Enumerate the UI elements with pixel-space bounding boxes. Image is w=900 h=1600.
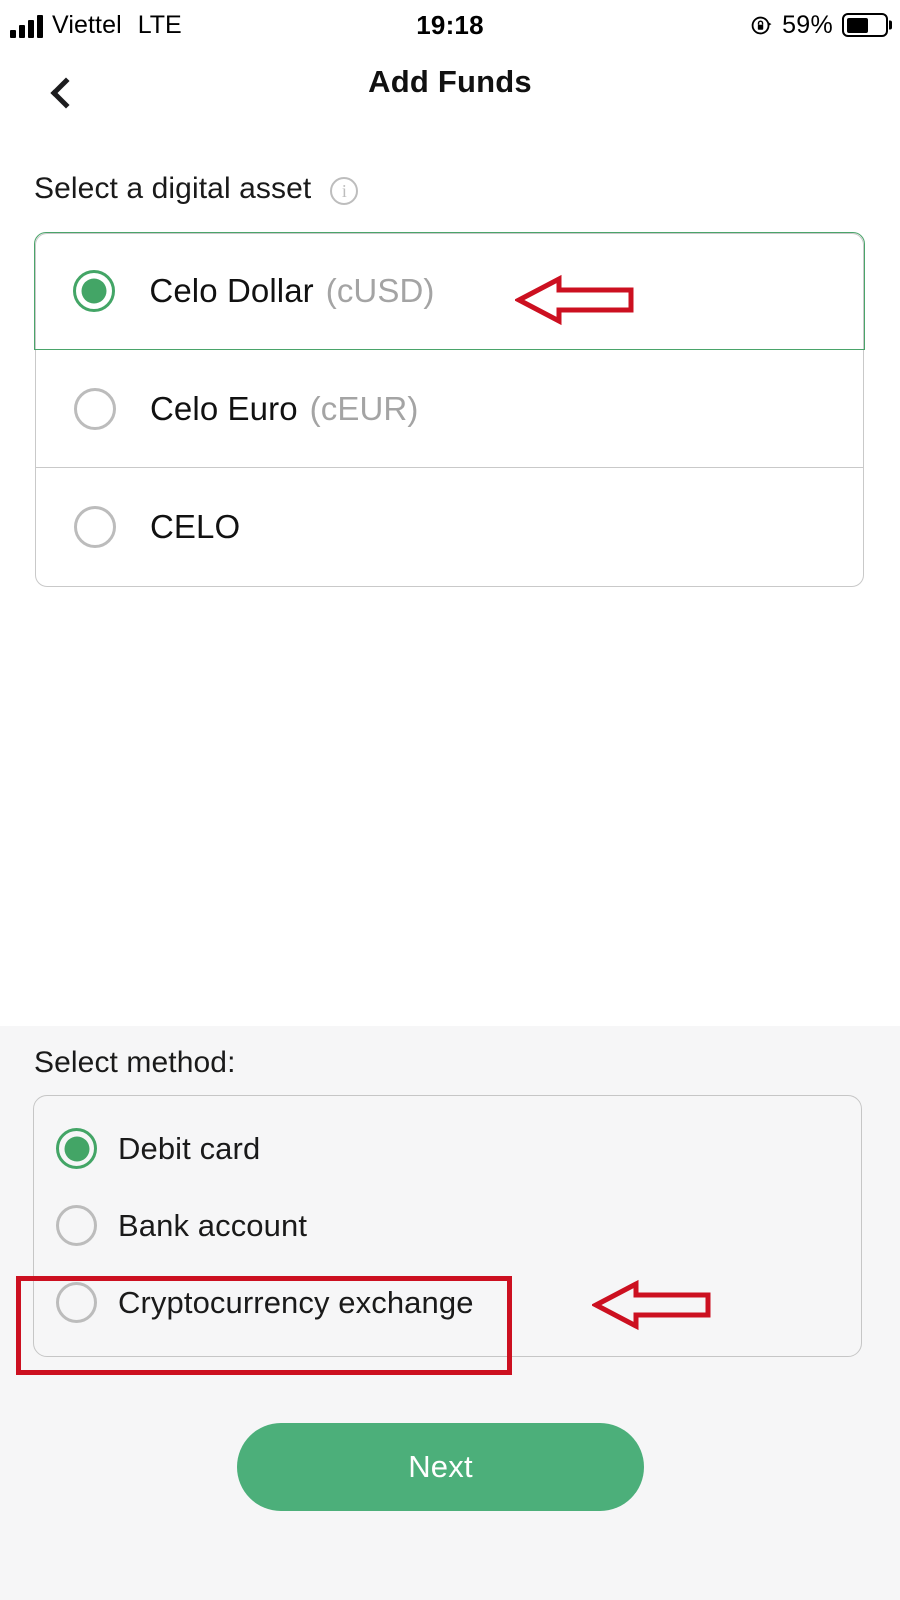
radio-button-celo[interactable] (74, 506, 116, 549)
rotation-lock-icon (751, 16, 772, 34)
method-option-bank-account[interactable]: Bank account (34, 1187, 861, 1264)
asset-section-header: Select a digital asset i (34, 172, 359, 206)
method-option-debit-card[interactable]: Debit card (34, 1110, 861, 1187)
navigation-bar: Add Funds (0, 50, 900, 132)
method-label-debit-card: Debit card (118, 1130, 261, 1166)
status-bar: Viettel LTE 19:18 59% (0, 0, 900, 50)
radio-button-debit-card[interactable] (56, 1128, 97, 1169)
asset-option-ceur[interactable]: Celo Euro (cEUR) (36, 350, 863, 469)
method-label-crypto-exchange: Cryptocurrency exchange (118, 1284, 474, 1320)
asset-options-list: Celo Dollar (cUSD) Celo Euro (cEUR) CELO (34, 232, 865, 588)
status-bar-right: 59% (750, 10, 892, 40)
page-title: Add Funds (368, 64, 532, 99)
asset-ticker-cusd: (cUSD) (325, 272, 435, 310)
radio-button-cusd[interactable] (73, 270, 116, 313)
next-button[interactable]: Next (237, 1423, 644, 1511)
asset-name-ceur: Celo Euro (150, 389, 298, 427)
method-label-bank-account: Bank account (118, 1207, 308, 1243)
asset-section-label: Select a digital asset (34, 172, 312, 205)
asset-name-cusd: Celo Dollar (149, 272, 314, 310)
asset-option-celo[interactable]: CELO (36, 468, 863, 586)
app-screen: Viettel LTE 19:18 59% Add Funds Select a (0, 0, 900, 1600)
method-section-label: Select method: (34, 1046, 236, 1079)
method-options-list: Debit card Bank account Cryptocurrency e… (33, 1095, 862, 1357)
battery-percentage: 59% (782, 10, 833, 39)
asset-ticker-ceur: (cEUR) (309, 389, 419, 427)
radio-button-bank-account[interactable] (56, 1205, 97, 1246)
method-option-crypto-exchange[interactable]: Cryptocurrency exchange (34, 1264, 861, 1341)
asset-option-cusd[interactable]: Celo Dollar (cUSD) (34, 232, 865, 351)
method-panel: Select method: Debit card Bank account C… (0, 1026, 900, 1600)
battery-icon (842, 13, 892, 37)
radio-button-ceur[interactable] (74, 387, 116, 430)
radio-button-crypto-exchange[interactable] (56, 1282, 97, 1323)
asset-name-celo: CELO (150, 508, 241, 546)
info-circle-icon[interactable]: i (330, 177, 359, 205)
